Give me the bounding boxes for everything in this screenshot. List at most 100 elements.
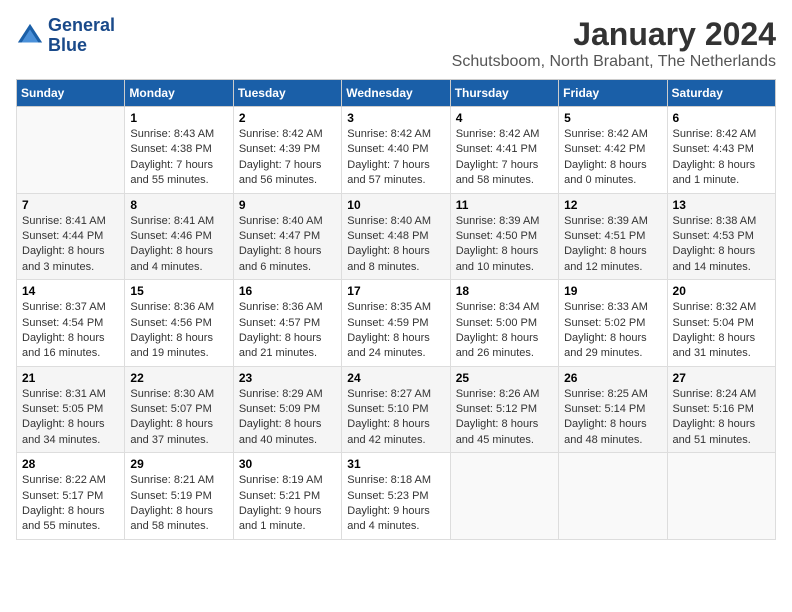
calendar-cell: 12Sunrise: 8:39 AMSunset: 4:51 PMDayligh… (559, 193, 667, 280)
day-number: 28 (22, 457, 119, 471)
day-detail: Sunrise: 8:24 AMSunset: 5:16 PMDaylight:… (673, 387, 770, 449)
day-detail: Sunrise: 8:39 AMSunset: 4:50 PMDaylight:… (456, 214, 553, 276)
day-detail: Sunrise: 8:27 AMSunset: 5:10 PMDaylight:… (347, 387, 444, 449)
calendar-cell: 15 Sunrise: 8:36 AMSunset: 4:56 PMDayligh… (125, 280, 233, 367)
logo: General Blue (16, 16, 115, 56)
calendar-cell: 23Sunrise: 8:29 AMSunset: 5:09 PMDayligh… (233, 366, 341, 453)
title-block: January 2024 Schutsboom, North Brabant, … (452, 16, 776, 71)
day-detail: Sunrise: 8:42 AMSunset: 4:43 PMDaylight:… (673, 127, 770, 189)
calendar-cell: 3 Sunrise: 8:42 AMSunset: 4:40 PMDaylight… (342, 107, 450, 194)
day-number: 19 (564, 284, 661, 298)
logo-icon (16, 22, 44, 50)
day-number: 15 (130, 284, 227, 298)
day-detail: Sunrise: 8:31 AMSunset: 5:05 PMDaylight:… (22, 387, 119, 449)
day-detail: Sunrise: 8:34 AMSunset: 5:00 PMDaylight:… (456, 300, 553, 362)
day-detail: Sunrise: 8:35 AMSunset: 4:59 PMDaylight:… (347, 300, 444, 362)
logo-text: General Blue (48, 16, 115, 56)
day-number: 9 (239, 198, 336, 212)
day-detail: Sunrise: 8:21 AMSunset: 5:19 PMDaylight:… (130, 473, 227, 535)
day-number: 22 (130, 371, 227, 385)
calendar-cell: 18 Sunrise: 8:34 AMSunset: 5:00 PMDayligh… (450, 280, 558, 367)
day-number: 5 (564, 111, 661, 125)
day-detail: Sunrise: 8:39 AMSunset: 4:51 PMDaylight:… (564, 214, 661, 276)
calendar-cell: 1 Sunrise: 8:43 AMSunset: 4:38 PMDaylight… (125, 107, 233, 194)
day-detail: Sunrise: 8:42 AMSunset: 4:42 PMDaylight:… (564, 127, 661, 189)
calendar-cell: 7 Sunrise: 8:41 AMSunset: 4:44 PMDaylight… (17, 193, 125, 280)
day-number: 6 (673, 111, 770, 125)
calendar-cell: 14 Sunrise: 8:37 AMSunset: 4:54 PMDayligh… (17, 280, 125, 367)
day-detail: Sunrise: 8:43 AMSunset: 4:38 PMDaylight:… (130, 127, 227, 189)
day-number: 17 (347, 284, 444, 298)
calendar-cell: 11Sunrise: 8:39 AMSunset: 4:50 PMDayligh… (450, 193, 558, 280)
calendar-week-row: 7 Sunrise: 8:41 AMSunset: 4:44 PMDaylight… (17, 193, 776, 280)
calendar-cell: 9 Sunrise: 8:40 AMSunset: 4:47 PMDaylight… (233, 193, 341, 280)
calendar-cell: 26 Sunrise: 8:25 AMSunset: 5:14 PMDayligh… (559, 366, 667, 453)
calendar-cell: 8 Sunrise: 8:41 AMSunset: 4:46 PMDaylight… (125, 193, 233, 280)
day-detail: Sunrise: 8:36 AMSunset: 4:56 PMDaylight:… (130, 300, 227, 362)
calendar-table: SundayMondayTuesdayWednesdayThursdayFrid… (16, 79, 776, 540)
calendar-cell: 17 Sunrise: 8:35 AMSunset: 4:59 PMDayligh… (342, 280, 450, 367)
weekday-header: Tuesday (233, 80, 341, 107)
day-number: 10 (347, 198, 444, 212)
page-header: General Blue January 2024 Schutsboom, No… (16, 16, 776, 71)
day-number: 16 (239, 284, 336, 298)
calendar-cell: 2 Sunrise: 8:42 AMSunset: 4:39 PMDaylight… (233, 107, 341, 194)
day-detail: Sunrise: 8:41 AMSunset: 4:46 PMDaylight:… (130, 214, 227, 276)
calendar-cell: 5 Sunrise: 8:42 AMSunset: 4:42 PMDaylight… (559, 107, 667, 194)
month-title: January 2024 (452, 16, 776, 53)
weekday-header: Thursday (450, 80, 558, 107)
weekday-header: Sunday (17, 80, 125, 107)
calendar-cell: 13 Sunrise: 8:38 AMSunset: 4:53 PMDayligh… (667, 193, 775, 280)
day-number: 26 (564, 371, 661, 385)
calendar-week-row: 1 Sunrise: 8:43 AMSunset: 4:38 PMDaylight… (17, 107, 776, 194)
day-detail: Sunrise: 8:19 AMSunset: 5:21 PMDaylight:… (239, 473, 336, 535)
calendar-cell: 22Sunrise: 8:30 AMSunset: 5:07 PMDayligh… (125, 366, 233, 453)
day-number: 14 (22, 284, 119, 298)
day-number: 20 (673, 284, 770, 298)
day-detail: Sunrise: 8:29 AMSunset: 5:09 PMDaylight:… (239, 387, 336, 449)
day-detail: Sunrise: 8:22 AMSunset: 5:17 PMDaylight:… (22, 473, 119, 535)
day-detail: Sunrise: 8:40 AMSunset: 4:47 PMDaylight:… (239, 214, 336, 276)
day-detail: Sunrise: 8:33 AMSunset: 5:02 PMDaylight:… (564, 300, 661, 362)
day-number: 3 (347, 111, 444, 125)
calendar-cell (559, 453, 667, 540)
day-detail: Sunrise: 8:42 AMSunset: 4:40 PMDaylight:… (347, 127, 444, 189)
subtitle: Schutsboom, North Brabant, The Netherlan… (452, 53, 776, 71)
day-number: 8 (130, 198, 227, 212)
calendar-cell: 19 Sunrise: 8:33 AMSunset: 5:02 PMDayligh… (559, 280, 667, 367)
day-number: 21 (22, 371, 119, 385)
calendar-cell: 4Sunrise: 8:42 AMSunset: 4:41 PMDaylight… (450, 107, 558, 194)
day-detail: Sunrise: 8:42 AMSunset: 4:39 PMDaylight:… (239, 127, 336, 189)
calendar-week-row: 28 Sunrise: 8:22 AMSunset: 5:17 PMDayligh… (17, 453, 776, 540)
day-number: 30 (239, 457, 336, 471)
day-detail: Sunrise: 8:38 AMSunset: 4:53 PMDaylight:… (673, 214, 770, 276)
day-number: 2 (239, 111, 336, 125)
calendar-cell (450, 453, 558, 540)
day-number: 27 (673, 371, 770, 385)
day-detail: Sunrise: 8:26 AMSunset: 5:12 PMDaylight:… (456, 387, 553, 449)
weekday-header: Wednesday (342, 80, 450, 107)
day-detail: Sunrise: 8:25 AMSunset: 5:14 PMDaylight:… (564, 387, 661, 449)
day-number: 18 (456, 284, 553, 298)
weekday-header: Monday (125, 80, 233, 107)
day-detail: Sunrise: 8:37 AMSunset: 4:54 PMDaylight:… (22, 300, 119, 362)
weekday-header: Saturday (667, 80, 775, 107)
day-number: 4 (456, 111, 553, 125)
calendar-cell: 28 Sunrise: 8:22 AMSunset: 5:17 PMDayligh… (17, 453, 125, 540)
day-number: 31 (347, 457, 444, 471)
calendar-cell: 24 Sunrise: 8:27 AMSunset: 5:10 PMDayligh… (342, 366, 450, 453)
calendar-cell (17, 107, 125, 194)
calendar-cell: 30 Sunrise: 8:19 AMSunset: 5:21 PMDayligh… (233, 453, 341, 540)
calendar-cell (667, 453, 775, 540)
weekday-header: Friday (559, 80, 667, 107)
day-number: 1 (130, 111, 227, 125)
day-number: 24 (347, 371, 444, 385)
day-number: 7 (22, 198, 119, 212)
day-detail: Sunrise: 8:32 AMSunset: 5:04 PMDaylight:… (673, 300, 770, 362)
calendar-cell: 27 Sunrise: 8:24 AMSunset: 5:16 PMDayligh… (667, 366, 775, 453)
day-number: 13 (673, 198, 770, 212)
day-detail: Sunrise: 8:41 AMSunset: 4:44 PMDaylight:… (22, 214, 119, 276)
day-detail: Sunrise: 8:40 AMSunset: 4:48 PMDaylight:… (347, 214, 444, 276)
calendar-cell: 21 Sunrise: 8:31 AMSunset: 5:05 PMDayligh… (17, 366, 125, 453)
calendar-cell: 16Sunrise: 8:36 AMSunset: 4:57 PMDayligh… (233, 280, 341, 367)
